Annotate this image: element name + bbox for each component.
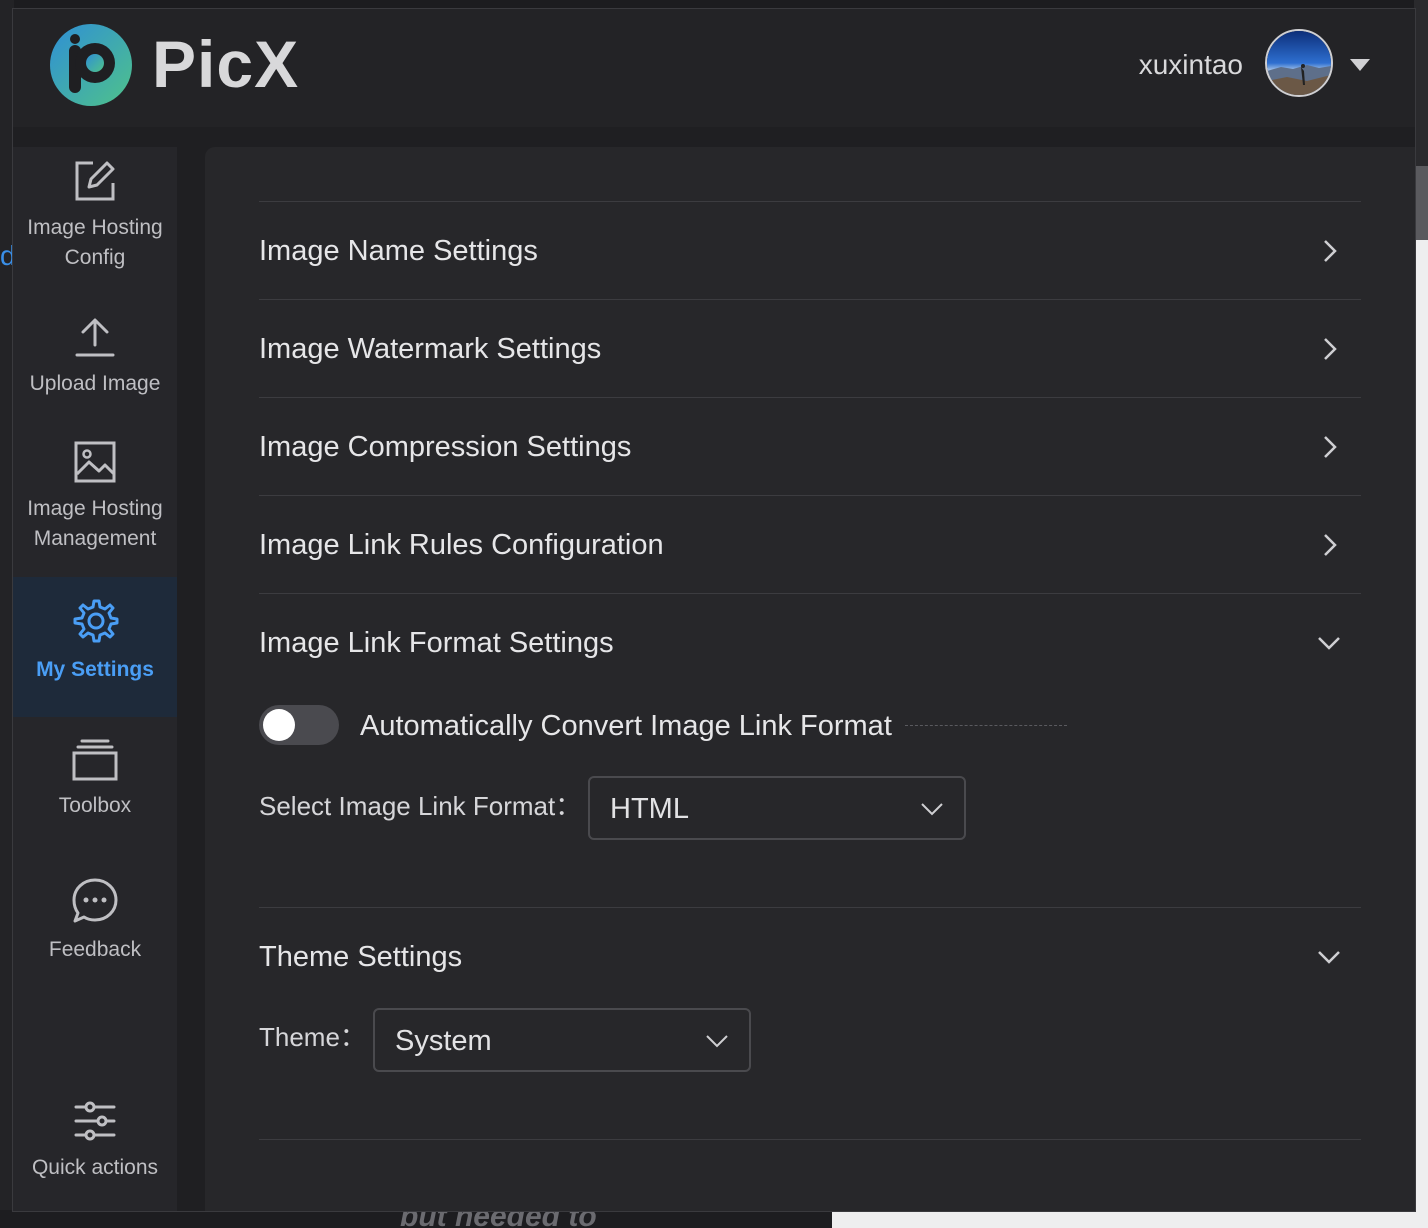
- auto-convert-label: Automatically Convert Image Link Format: [360, 710, 892, 742]
- background-scrollbar: [1414, 166, 1428, 240]
- sidebar-item-upload-image[interactable]: Upload Image: [13, 315, 177, 415]
- gear-icon: [73, 599, 119, 643]
- chevron-down-icon: [1318, 951, 1340, 964]
- sidebar-item-label: Config: [64, 246, 126, 269]
- divider: [259, 299, 1361, 300]
- chevron-right-icon: [1324, 240, 1337, 262]
- settings-panel: Image Name Settings Image Watermark Sett…: [205, 147, 1415, 1211]
- sidebar-item-label: Upload Image: [29, 372, 161, 395]
- section-title: Theme Settings: [259, 941, 463, 973]
- section-theme-settings[interactable]: Theme Settings: [259, 909, 1361, 1005]
- divider: [259, 495, 1361, 496]
- sidebar-item-image-hosting-config[interactable]: Image Hosting Config: [13, 147, 177, 287]
- section-title: Image Link Format Settings: [259, 627, 614, 659]
- theme-value: System: [395, 1025, 492, 1057]
- section-title: Image Watermark Settings: [259, 333, 602, 365]
- account-dropdown-icon[interactable]: [1349, 57, 1371, 73]
- chevron-right-icon: [1324, 534, 1337, 556]
- link-format-label: Select Image Link Format：: [259, 791, 582, 821]
- sidebar-item-label: Image Hosting: [27, 216, 163, 239]
- image-icon: [74, 441, 116, 483]
- sidebar-item-quick-actions[interactable]: Quick actions: [13, 1099, 177, 1199]
- section-image-watermark-settings[interactable]: Image Watermark Settings: [259, 301, 1361, 397]
- divider: [259, 593, 1361, 594]
- section-title: Image Link Rules Configuration: [259, 529, 664, 561]
- link-format-select[interactable]: HTML: [588, 776, 966, 840]
- sliders-icon: [74, 1101, 116, 1141]
- divider: [259, 397, 1361, 398]
- theme-label: Theme：: [259, 1022, 366, 1052]
- chevron-down-icon: [921, 803, 943, 816]
- avatar[interactable]: [1265, 29, 1333, 97]
- toggle-hint-line: [905, 725, 1067, 726]
- section-image-name-settings[interactable]: Image Name Settings: [259, 203, 1361, 299]
- chevron-right-icon: [1324, 338, 1337, 360]
- divider: [259, 907, 1361, 908]
- chevron-down-icon: [1318, 637, 1340, 650]
- toggle-knob: [263, 709, 295, 741]
- edit-icon: [75, 161, 115, 201]
- sidebar-item-my-settings[interactable]: My Settings: [13, 577, 177, 717]
- sidebar: Image Hosting Config Upload Image Image …: [13, 147, 177, 1211]
- divider: [259, 1139, 1361, 1140]
- sidebar-item-toolbox[interactable]: Toolbox: [13, 737, 177, 837]
- picx-logo-icon[interactable]: [49, 23, 133, 107]
- sidebar-item-image-hosting-management[interactable]: Image Hosting Management: [13, 440, 177, 570]
- app-name: PicX: [152, 27, 300, 101]
- background-bottom-light: [832, 1210, 1428, 1228]
- auto-convert-toggle[interactable]: [259, 705, 339, 745]
- link-format-value: HTML: [610, 793, 689, 825]
- section-title: Image Compression Settings: [259, 431, 632, 463]
- section-image-link-format-settings[interactable]: Image Link Format Settings: [259, 595, 1361, 691]
- sidebar-item-label: Image Hosting: [27, 497, 163, 520]
- username[interactable]: xuxintao: [1073, 47, 1243, 83]
- sidebar-item-label: My Settings: [36, 658, 154, 681]
- background-right-dark: [1414, 0, 1428, 166]
- section-image-compression-settings[interactable]: Image Compression Settings: [259, 399, 1361, 495]
- picx-window: PicX xuxintao Image Hosting Config Uploa…: [12, 8, 1416, 1212]
- sidebar-item-feedback[interactable]: Feedback: [13, 877, 177, 977]
- sidebar-item-label: Quick actions: [31, 1156, 159, 1179]
- sidebar-item-label: Toolbox: [58, 794, 132, 817]
- theme-select[interactable]: System: [373, 1008, 751, 1072]
- background-left-fragment: d: [0, 240, 12, 271]
- chevron-right-icon: [1324, 436, 1337, 458]
- section-image-link-rules-configuration[interactable]: Image Link Rules Configuration: [259, 497, 1361, 593]
- app-header: PicX xuxintao: [13, 9, 1415, 127]
- divider: [259, 201, 1361, 202]
- upload-icon: [75, 318, 115, 357]
- chat-icon: [72, 878, 118, 923]
- sidebar-item-label: Feedback: [48, 938, 142, 961]
- chevron-down-icon: [706, 1035, 728, 1048]
- section-title: Image Name Settings: [259, 235, 538, 267]
- toolbox-icon: [72, 739, 118, 781]
- sidebar-item-label: Management: [33, 527, 157, 550]
